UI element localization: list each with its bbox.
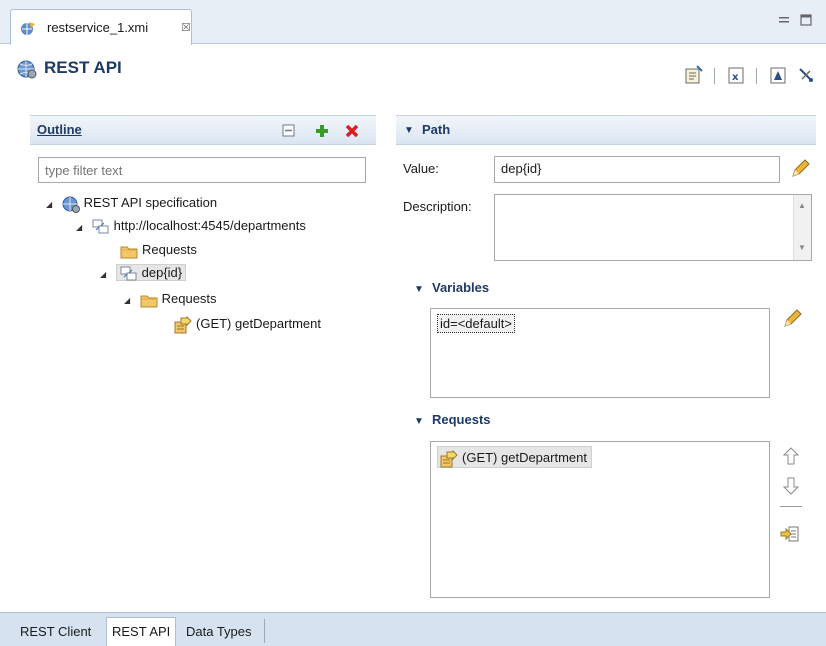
- outline-header: Outline: [30, 115, 376, 145]
- add-request-icon[interactable]: [780, 524, 800, 544]
- tab-close-icon[interactable]: ☒: [181, 21, 191, 34]
- variables-section-title: Variables: [432, 280, 490, 295]
- scroll-down-icon[interactable]: ▼: [798, 243, 806, 252]
- value-field[interactable]: dep{id}: [494, 156, 780, 183]
- edit-pencil-icon[interactable]: [782, 309, 802, 329]
- maximize-icon[interactable]: [800, 14, 812, 29]
- tree-node-path[interactable]: ◢ dep{id}: [100, 262, 187, 286]
- tree-label: (GET) getDepartment: [196, 316, 321, 331]
- folder-icon: [140, 295, 158, 308]
- tree-node-root[interactable]: ◢ REST API specification: [46, 192, 217, 214]
- delete-icon[interactable]: [344, 123, 360, 139]
- tree-label: http://localhost:4545/departments: [113, 218, 306, 233]
- rest-api-icon: [17, 60, 37, 79]
- expand-arrow-icon[interactable]: ◢: [100, 264, 112, 286]
- outline-filter-input[interactable]: [38, 157, 366, 183]
- toolbar-separator: [714, 68, 715, 84]
- editor-tab[interactable]: restservice_1.xmi ☒: [10, 9, 192, 45]
- tree-node-requests[interactable]: ◢ Requests: [124, 288, 217, 310]
- minimize-icon[interactable]: [778, 14, 790, 29]
- expand-arrow-icon[interactable]: ◢: [124, 290, 136, 312]
- toolbar-separator: [756, 68, 757, 84]
- tab-data-types[interactable]: Data Types: [180, 617, 258, 646]
- scroll-up-icon[interactable]: ▲: [798, 201, 806, 210]
- scrollbar[interactable]: ▲ ▼: [793, 195, 811, 260]
- value-label: Value:: [403, 161, 439, 176]
- collapse-arrow-icon[interactable]: ▼: [404, 125, 414, 136]
- request-icon: [440, 449, 458, 468]
- requests-section-title: Requests: [432, 412, 491, 427]
- tree-node-service[interactable]: ◢ http://localhost:4545/departments: [76, 215, 306, 237]
- web-service-icon: [120, 266, 137, 281]
- toolbar-separator: [780, 506, 802, 507]
- collapse-all-icon[interactable]: [282, 124, 296, 138]
- list-item[interactable]: id=<default>: [437, 314, 515, 333]
- svg-text:x: x: [732, 72, 739, 83]
- folder-icon: [120, 246, 138, 259]
- collapse-arrow-icon[interactable]: ▼: [414, 284, 424, 295]
- add-icon[interactable]: [314, 123, 330, 139]
- validate-icon[interactable]: [768, 65, 788, 85]
- value-text: dep{id}: [501, 161, 542, 176]
- editor-tab-label: restservice_1.xmi: [47, 20, 149, 35]
- tree-label: REST API specification: [83, 195, 218, 210]
- list-item-label: (GET) getDepartment: [462, 450, 587, 465]
- tree-label: Requests: [142, 242, 197, 257]
- tree-label: Requests: [161, 291, 217, 306]
- collapse-arrow-icon[interactable]: ▼: [414, 416, 424, 427]
- generate-icon[interactable]: [684, 65, 704, 85]
- page-title: REST API: [44, 58, 122, 77]
- requests-list[interactable]: (GET) getDepartment: [430, 441, 770, 598]
- tree-node-requests[interactable]: Requests: [120, 239, 197, 261]
- tree-node-request[interactable]: (GET) getDepartment: [174, 313, 321, 335]
- edit-pencil-icon[interactable]: [790, 159, 810, 179]
- description-label: Description:: [403, 199, 472, 214]
- tree-selected-item[interactable]: dep{id}: [115, 264, 187, 281]
- request-icon: [174, 315, 192, 334]
- web-service-icon: [92, 219, 109, 234]
- disconnect-icon[interactable]: [796, 65, 816, 85]
- expand-arrow-icon[interactable]: ◢: [46, 194, 58, 216]
- variables-list[interactable]: id=<default>: [430, 308, 770, 398]
- tab-rest-client[interactable]: REST Client: [14, 617, 97, 646]
- description-field[interactable]: ▲ ▼: [494, 194, 812, 261]
- move-up-icon[interactable]: [782, 446, 800, 466]
- list-item[interactable]: (GET) getDepartment: [437, 446, 592, 468]
- move-down-icon[interactable]: [782, 476, 800, 496]
- tree-label: dep{id}: [141, 265, 183, 280]
- expand-arrow-icon[interactable]: ◢: [76, 217, 88, 239]
- path-section-header[interactable]: ▼ Path: [396, 115, 816, 145]
- rest-api-icon: [62, 196, 80, 213]
- xsd-icon[interactable]: x: [726, 65, 746, 85]
- path-section-title: Path: [422, 122, 451, 137]
- outline-title: Outline: [37, 122, 82, 137]
- tab-rest-api[interactable]: REST API: [106, 617, 177, 646]
- tab-separator: [264, 619, 265, 643]
- rest-file-icon: [21, 22, 35, 35]
